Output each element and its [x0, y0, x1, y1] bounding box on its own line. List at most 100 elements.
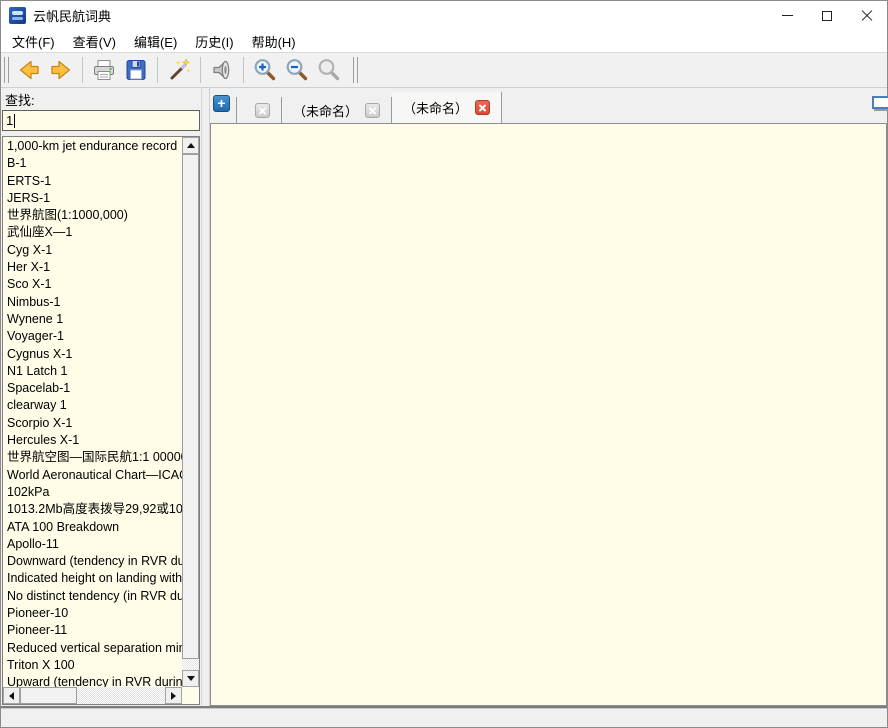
- search-input[interactable]: 1: [2, 110, 200, 131]
- menu-item[interactable]: 帮助(H): [243, 30, 305, 53]
- wand-icon: [166, 57, 192, 83]
- print-button[interactable]: [89, 55, 119, 85]
- scroll-left-button[interactable]: [3, 687, 20, 704]
- list-item[interactable]: 世界航空图—国际民航1:1 000000: [7, 449, 182, 466]
- list-item[interactable]: World Aeronautical Chart—ICAO: [7, 467, 182, 484]
- speak-button[interactable]: [207, 55, 237, 85]
- list-item[interactable]: Voyager-1: [7, 328, 182, 345]
- tab-1[interactable]: [236, 97, 282, 123]
- window-mode-icon[interactable]: [872, 96, 888, 109]
- maximize-button[interactable]: [807, 1, 847, 30]
- panel-splitter[interactable]: [201, 88, 210, 706]
- window-title: 云帆民航词典: [33, 6, 111, 25]
- horizontal-scrollbar[interactable]: [3, 687, 182, 704]
- wand-button[interactable]: [164, 55, 194, 85]
- toolbar-grip[interactable]: [353, 57, 358, 83]
- list-item[interactable]: 武仙座X—1: [7, 224, 182, 241]
- document-pane: + （未命名） （未命名）: [210, 88, 887, 706]
- save-button[interactable]: [121, 55, 151, 85]
- tab-close-button-active[interactable]: [475, 100, 490, 115]
- list-item[interactable]: Her X-1: [7, 259, 182, 276]
- search-button[interactable]: [314, 55, 344, 85]
- tab-close-button[interactable]: [365, 103, 380, 118]
- list-item[interactable]: Hercules X-1: [7, 432, 182, 449]
- list-item[interactable]: Scorpio X-1: [7, 415, 182, 432]
- list-item[interactable]: clearway 1: [7, 397, 182, 414]
- list-item[interactable]: Downward (tendency in RVR during previou…: [7, 553, 182, 570]
- vertical-scrollbar-thumb[interactable]: [182, 154, 199, 659]
- scroll-up-button[interactable]: [182, 137, 199, 154]
- tab-bar: + （未命名） （未命名）: [210, 88, 887, 123]
- close-button[interactable]: [847, 1, 887, 30]
- list-item[interactable]: No distinct tendency (in RVR during): [7, 588, 182, 605]
- add-tab-button[interactable]: +: [213, 95, 230, 112]
- close-x-icon: [369, 107, 376, 114]
- menu-item[interactable]: 历史(I): [186, 30, 242, 53]
- search-input-value: 1: [6, 113, 13, 128]
- list-item[interactable]: JERS-1: [7, 190, 182, 207]
- list-item[interactable]: Pioneer-11: [7, 622, 182, 639]
- triangle-right-icon: [171, 692, 176, 700]
- list-item[interactable]: 1,000-km jet endurance record: [7, 138, 182, 155]
- maximize-icon: [822, 11, 832, 21]
- close-x-icon: [259, 107, 266, 114]
- vertical-scrollbar[interactable]: [182, 137, 199, 687]
- list-item[interactable]: ATA 100 Breakdown: [7, 519, 182, 536]
- list-item[interactable]: 世界航图(1:1000,000): [7, 207, 182, 224]
- zoom-in-icon: [252, 57, 278, 83]
- minimize-button[interactable]: [767, 1, 807, 30]
- zoom-in-button[interactable]: [250, 55, 280, 85]
- forward-icon: [48, 57, 74, 83]
- triangle-up-icon: [187, 143, 195, 148]
- tab-3-active[interactable]: （未命名）: [392, 92, 502, 123]
- list-item[interactable]: Wynene 1: [7, 311, 182, 328]
- zoom-out-icon: [284, 57, 310, 83]
- scroll-right-button[interactable]: [165, 687, 182, 704]
- list-item[interactable]: 1013.2Mb高度表拨导29,92或100: [7, 501, 182, 518]
- list-item[interactable]: 102kPa: [7, 484, 182, 501]
- results-list: 1,000-km jet endurance recordB-1ERTS-1JE…: [3, 138, 182, 687]
- list-item[interactable]: B-1: [7, 155, 182, 172]
- speaker-icon: [209, 57, 235, 83]
- zoom-out-button[interactable]: [282, 55, 312, 85]
- menu-item[interactable]: 查看(V): [64, 30, 125, 53]
- toolbar-separator: [82, 57, 83, 83]
- status-bar: [1, 706, 887, 727]
- list-item[interactable]: ERTS-1: [7, 173, 182, 190]
- back-button[interactable]: [14, 55, 44, 85]
- list-item[interactable]: N1 Latch 1: [7, 363, 182, 380]
- list-item[interactable]: Pioneer-10: [7, 605, 182, 622]
- scroll-down-button[interactable]: [182, 670, 199, 687]
- list-item[interactable]: Cygnus X-1: [7, 346, 182, 363]
- text-caret: [14, 114, 15, 128]
- menu-item[interactable]: 编辑(E): [125, 30, 186, 53]
- tab-2[interactable]: （未命名）: [282, 97, 392, 123]
- results-listbox: 1,000-km jet endurance recordB-1ERTS-1JE…: [2, 136, 200, 705]
- list-item[interactable]: Spacelab-1: [7, 380, 182, 397]
- list-item[interactable]: Sco X-1: [7, 276, 182, 293]
- app-logo-icon: [9, 7, 26, 24]
- close-x-icon: [479, 104, 486, 111]
- forward-button[interactable]: [46, 55, 76, 85]
- tab-close-button[interactable]: [255, 103, 270, 118]
- app-window: { "window": { "title": "云帆民航词典" }, "menu…: [0, 0, 888, 728]
- search-icon: [316, 57, 342, 83]
- search-panel: 查找: 1 1,000-km jet endurance recordB-1ER…: [1, 88, 201, 706]
- menu-item[interactable]: 文件(F): [3, 30, 64, 53]
- triangle-left-icon: [9, 692, 14, 700]
- list-item[interactable]: Reduced vertical separation minimum: [7, 640, 182, 657]
- title-bar: 云帆民航词典: [1, 1, 887, 30]
- document-content[interactable]: [210, 123, 887, 706]
- list-item[interactable]: Apollo-11: [7, 536, 182, 553]
- save-icon: [123, 57, 149, 83]
- list-item[interactable]: Indicated height on landing with: [7, 570, 182, 587]
- list-item[interactable]: Triton X 100: [7, 657, 182, 674]
- tab-label: （未命名）: [403, 98, 468, 117]
- list-item[interactable]: Nimbus-1: [7, 294, 182, 311]
- list-item[interactable]: Cyg X-1: [7, 242, 182, 259]
- window-controls: [767, 1, 887, 30]
- toolbar-grip[interactable]: [4, 57, 9, 83]
- toolbar: [1, 52, 887, 88]
- horizontal-scrollbar-thumb[interactable]: [20, 687, 77, 704]
- list-item[interactable]: Upward (tendency in RVR during): [7, 674, 182, 687]
